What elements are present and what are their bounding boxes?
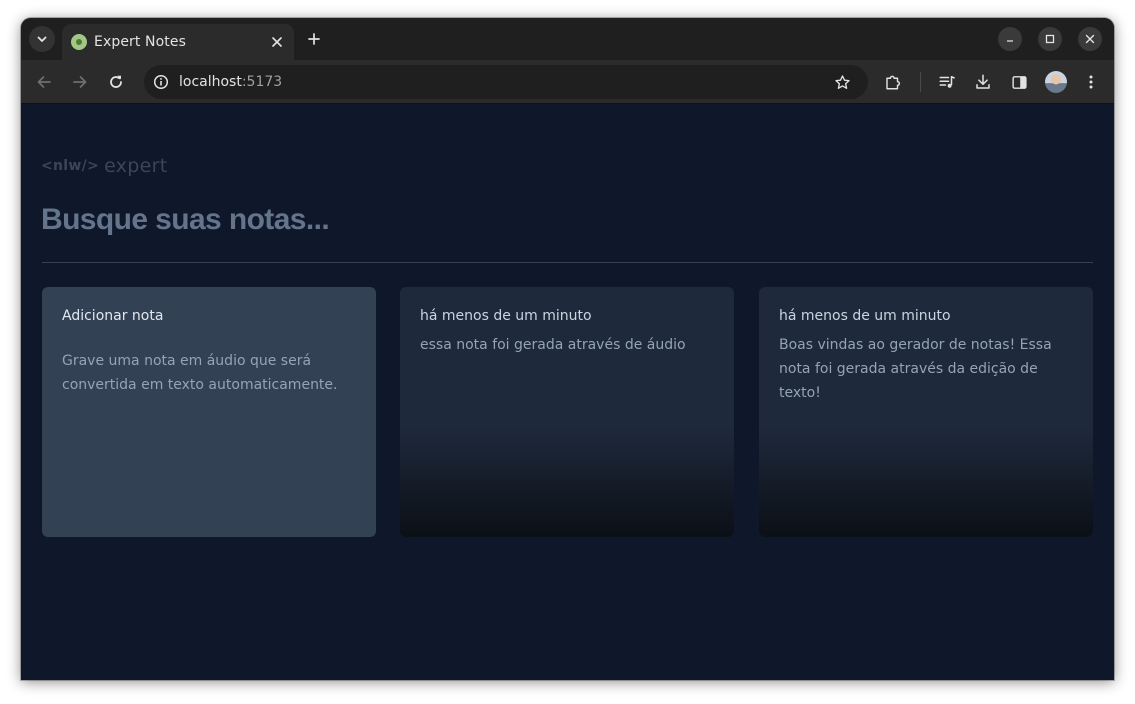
maximize-button[interactable]	[1038, 27, 1062, 51]
note-content: essa nota foi gerada através de áudio	[420, 337, 686, 353]
url-host: localhost	[179, 74, 242, 90]
url-port: :5173	[241, 74, 283, 90]
side-panel-button[interactable]	[1007, 70, 1031, 94]
url-text: localhost:5173	[179, 74, 282, 90]
page-content: <nlw/> expert Adicionar nota Grave uma n…	[21, 105, 1114, 680]
bookmark-button[interactable]	[832, 72, 852, 92]
tab-strip: Expert Notes	[21, 18, 1114, 60]
minimize-icon	[1007, 40, 1013, 42]
browser-tab[interactable]: Expert Notes	[62, 24, 294, 60]
add-note-description: Grave uma nota em áudio que será convert…	[62, 353, 338, 393]
note-date: há menos de um minuto	[779, 308, 951, 324]
note-date: há menos de um minuto	[420, 308, 592, 324]
media-queue-icon	[939, 76, 955, 88]
media-control-button[interactable]	[935, 70, 959, 94]
tab-search-button[interactable]	[29, 26, 55, 52]
minimize-button[interactable]	[998, 27, 1022, 51]
nlw-expert-logo: <nlw/> expert	[41, 155, 168, 177]
tab-title: Expert Notes	[94, 34, 186, 50]
info-icon	[153, 74, 169, 90]
extensions-button[interactable]	[881, 70, 905, 94]
divider	[42, 262, 1093, 263]
search-input[interactable]	[41, 200, 741, 240]
side-panel-icon	[1011, 75, 1027, 89]
plus-icon	[308, 33, 320, 45]
browser-toolbar: localhost:5173	[21, 60, 1114, 104]
close-window-button[interactable]	[1078, 27, 1102, 51]
logo-nlw-text: <nlw/>	[41, 158, 100, 174]
back-button[interactable]	[32, 70, 56, 94]
toolbar-separator	[920, 72, 921, 92]
maximize-icon	[1045, 34, 1055, 44]
logo-expert-text: expert	[104, 155, 168, 177]
chevron-down-icon	[37, 36, 47, 42]
site-info-button[interactable]	[152, 73, 170, 91]
browser-window: Expert Notes localhost:5173 <nlw/> exper…	[21, 18, 1114, 680]
arrow-right-icon	[73, 76, 87, 88]
arrow-left-icon	[37, 76, 51, 88]
reload-icon	[110, 75, 122, 88]
puzzle-icon	[886, 75, 901, 90]
download-icon	[976, 74, 990, 89]
profile-avatar[interactable]	[1045, 71, 1067, 93]
star-icon	[834, 74, 850, 89]
kebab-menu-icon	[1089, 75, 1093, 89]
forward-button[interactable]	[68, 70, 92, 94]
add-note-card[interactable]: Adicionar nota Grave uma nota em áudio q…	[42, 287, 376, 537]
add-note-title: Adicionar nota	[62, 308, 164, 324]
address-bar[interactable]: localhost:5173	[144, 65, 868, 99]
browser-menu-button[interactable]	[1079, 70, 1103, 94]
note-content: Boas vindas ao gerador de notas! Essa no…	[779, 337, 1052, 401]
close-icon	[272, 37, 282, 47]
close-icon	[1085, 34, 1095, 44]
note-card[interactable]: há menos de um minuto essa nota foi gera…	[400, 287, 734, 537]
new-tab-button[interactable]	[304, 29, 324, 49]
close-tab-button[interactable]	[267, 32, 287, 52]
reload-button[interactable]	[104, 70, 128, 94]
favicon-icon	[71, 34, 87, 50]
note-card[interactable]: há menos de um minuto Boas vindas ao ger…	[759, 287, 1093, 537]
downloads-button[interactable]	[971, 70, 995, 94]
